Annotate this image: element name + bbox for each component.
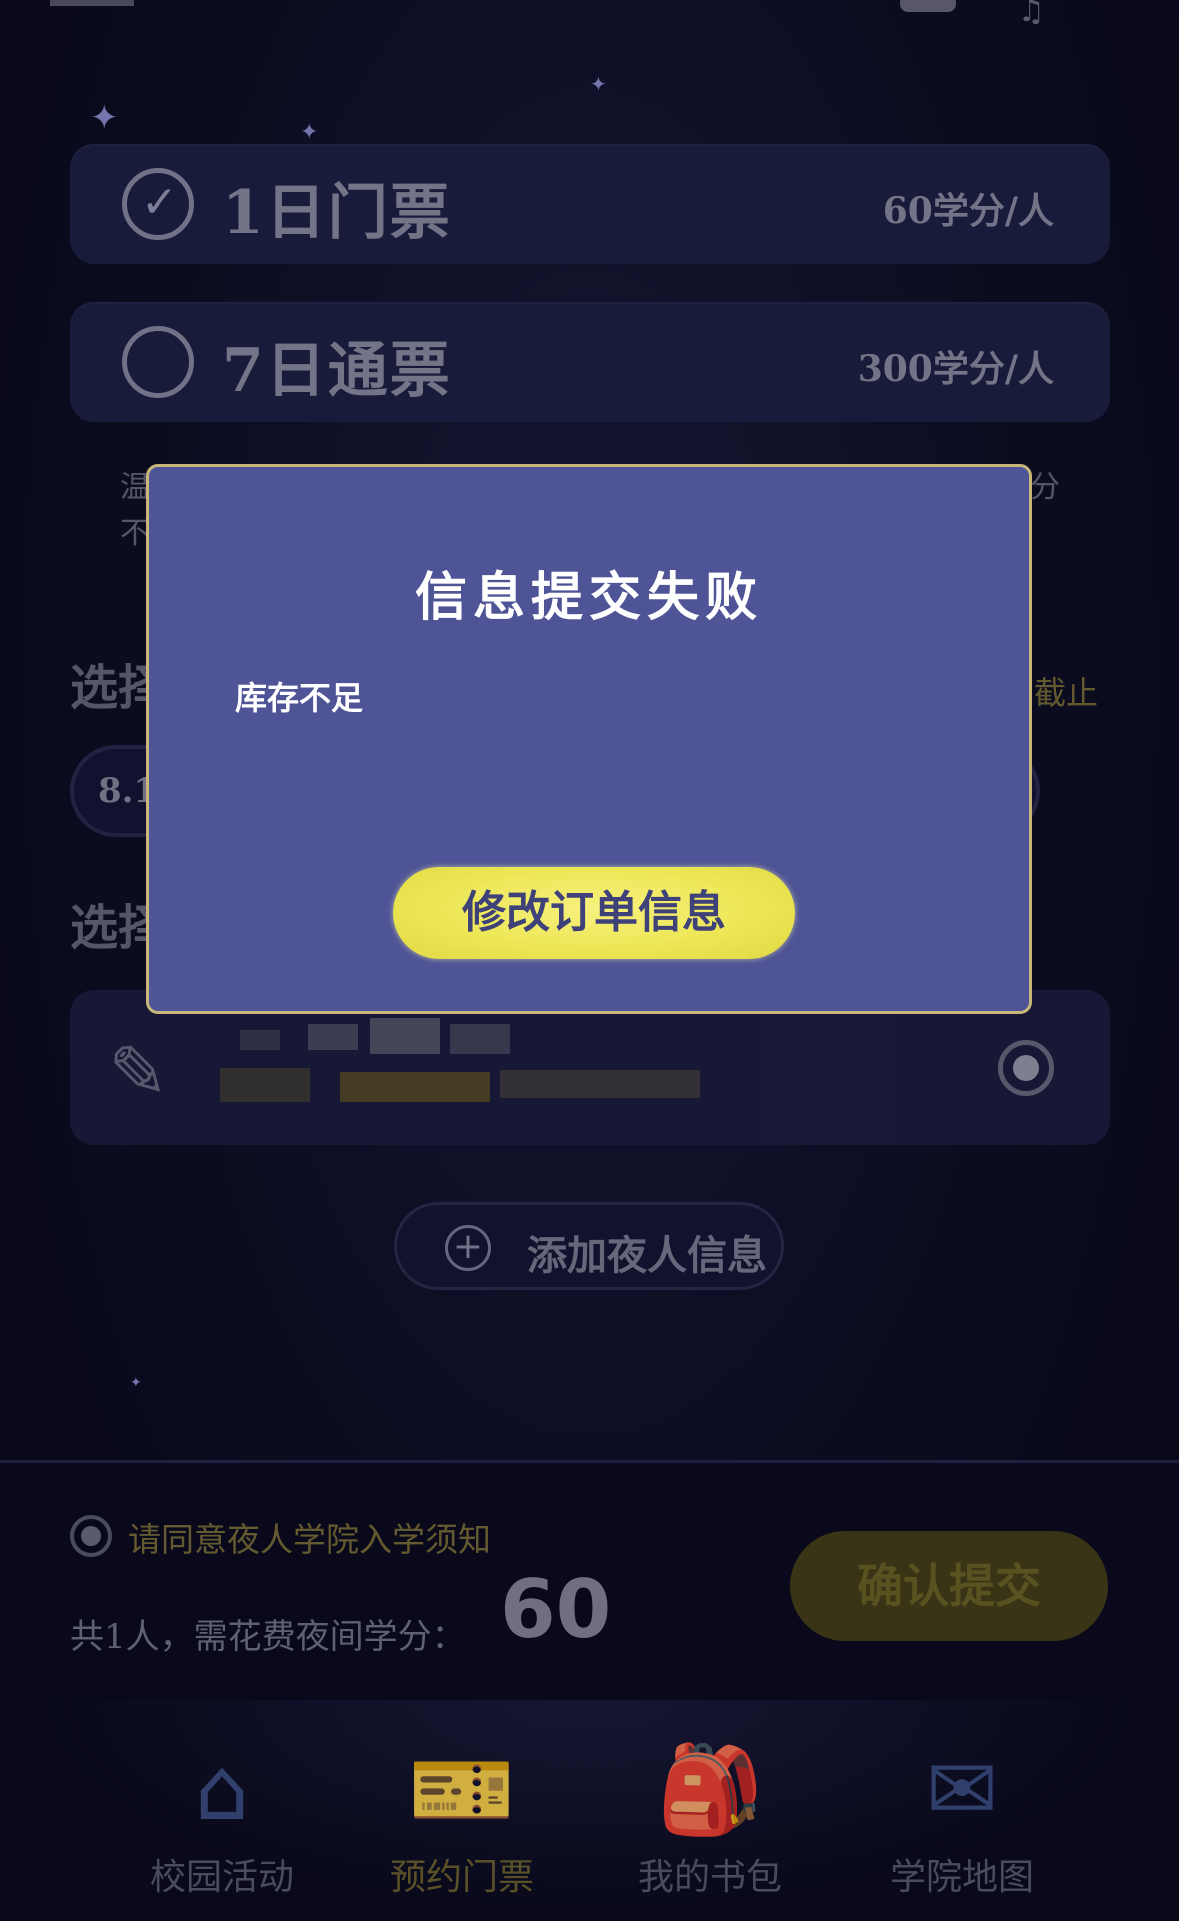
dialog-message: 库存不足 <box>235 679 364 717</box>
error-dialog: 信息提交失败 库存不足 修改订单信息 <box>146 464 1032 1014</box>
dialog-title: 信息提交失败 <box>414 567 763 628</box>
modify-order-button[interactable]: 修改订单信息 <box>393 867 795 959</box>
